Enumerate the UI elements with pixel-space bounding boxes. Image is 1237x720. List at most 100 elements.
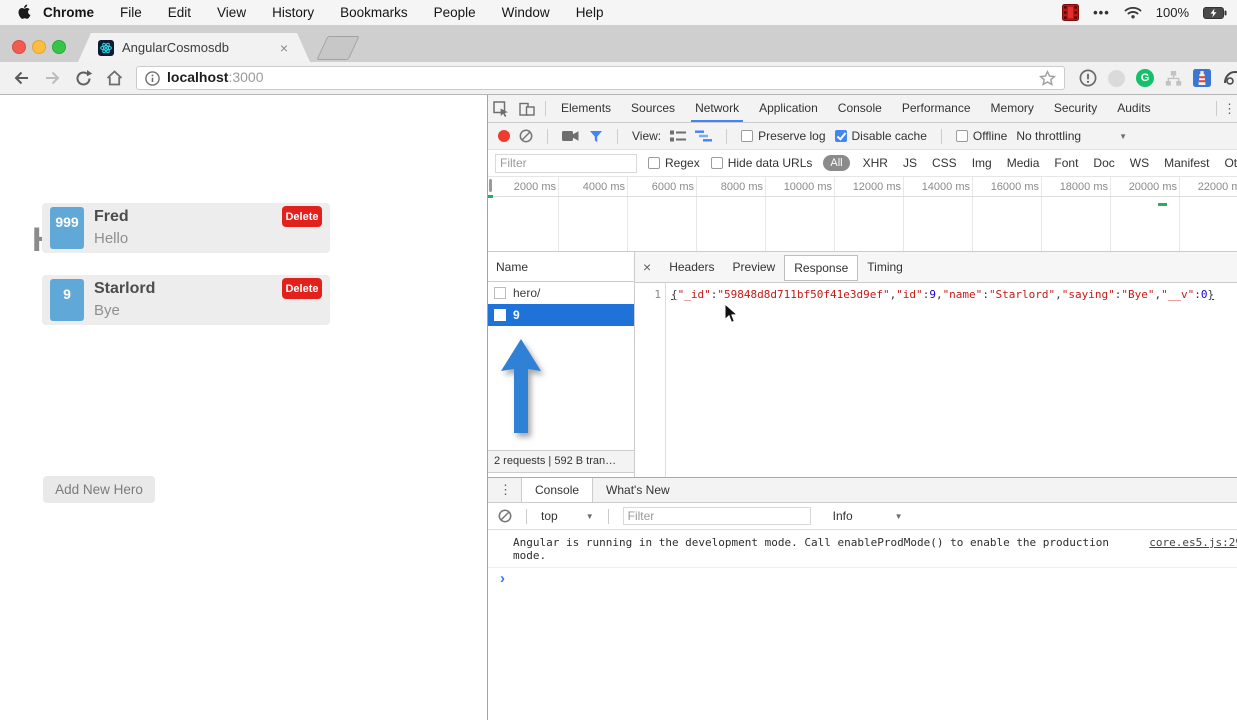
network-filter-input[interactable] (495, 153, 637, 173)
drawer-tab-whats-new[interactable]: What's New (593, 478, 683, 502)
drawer-tab-console[interactable]: Console (521, 478, 594, 502)
checkbox-unchecked-icon[interactable] (955, 130, 968, 142)
hero-list-item[interactable]: 9 Starlord Bye Delete (42, 275, 330, 325)
screen-recording-icon[interactable] (1062, 4, 1080, 21)
wifi-icon[interactable] (1124, 6, 1142, 19)
menu-app-name[interactable]: Chrome (43, 5, 94, 20)
hide-data-urls-checkbox[interactable]: Hide data URLs (710, 156, 812, 170)
tab-performance[interactable]: Performance (892, 95, 981, 122)
clear-console-icon[interactable] (498, 509, 512, 523)
log-level-select[interactable]: Info ▼ (833, 509, 903, 523)
menu-item-window[interactable]: Window (502, 5, 550, 20)
tab-network[interactable]: Network (685, 95, 749, 122)
new-tab-button[interactable] (316, 36, 360, 60)
extension-partial-icon[interactable] (1222, 69, 1237, 87)
extension-alert-icon[interactable] (1079, 69, 1097, 87)
tab-elements[interactable]: Elements (551, 95, 621, 122)
tab-security[interactable]: Security (1044, 95, 1107, 122)
tab-memory[interactable]: Memory (981, 95, 1044, 122)
waterfall-view-icon[interactable] (695, 130, 713, 142)
detail-tab-preview[interactable]: Preview (724, 252, 785, 282)
filter-type-doc[interactable]: Doc (1093, 156, 1114, 170)
filter-funnel-icon[interactable] (589, 130, 603, 143)
filter-type-ws[interactable]: WS (1130, 156, 1149, 170)
menu-item-edit[interactable]: Edit (168, 5, 191, 20)
name-column-header[interactable]: Name (488, 252, 634, 282)
filter-type-manifest[interactable]: Manifest (1164, 156, 1209, 170)
filter-type-xhr[interactable]: XHR (863, 156, 888, 170)
tab-application[interactable]: Application (749, 95, 828, 122)
bookmark-star-icon[interactable] (1039, 69, 1056, 87)
window-minimize-button[interactable] (32, 40, 46, 54)
grammarly-extension-icon[interactable]: G (1136, 69, 1154, 87)
clear-network-log-icon[interactable] (519, 129, 533, 143)
tab-console[interactable]: Console (828, 95, 892, 122)
inspect-element-icon[interactable] (493, 100, 509, 117)
detail-tab-headers[interactable]: Headers (660, 252, 723, 282)
checkbox-unchecked-icon[interactable] (741, 130, 754, 142)
console-filter-input[interactable] (622, 507, 811, 525)
hero-list-item[interactable]: 999 Fred Hello Delete (42, 203, 330, 253)
hero-saying: Hello (94, 230, 129, 247)
browser-tab[interactable]: AngularCosmosdb × (78, 33, 310, 62)
request-row-selected[interactable]: 9 (488, 304, 634, 326)
filter-type-media[interactable]: Media (1007, 156, 1040, 170)
checkbox-unchecked-icon[interactable] (648, 157, 660, 169)
detail-tab-timing[interactable]: Timing (858, 252, 912, 282)
filter-type-other[interactable]: Other (1224, 156, 1237, 170)
tab-close-icon[interactable]: × (280, 40, 288, 56)
menu-item-history[interactable]: History (272, 5, 314, 20)
request-row[interactable]: hero/ (488, 282, 634, 304)
list-view-icon[interactable] (670, 130, 687, 142)
extension-disabled-icon[interactable] (1108, 69, 1125, 87)
checkbox-unchecked-icon[interactable] (710, 157, 723, 169)
filter-type-font[interactable]: Font (1054, 156, 1078, 170)
menu-extras-icon[interactable]: ••• (1093, 5, 1110, 20)
window-close-button[interactable] (12, 40, 26, 54)
battery-icon[interactable] (1203, 6, 1227, 19)
console-source-link[interactable]: core.es5.js:29 (1149, 536, 1237, 549)
page-info-icon[interactable] (145, 70, 160, 86)
delete-hero-button[interactable]: Delete (282, 278, 322, 299)
tab-audits[interactable]: Audits (1107, 95, 1160, 122)
add-new-hero-button[interactable]: Add New Hero (43, 476, 155, 503)
capture-screenshots-icon[interactable] (562, 130, 580, 142)
filter-type-img[interactable]: Img (972, 156, 992, 170)
menu-item-file[interactable]: File (120, 5, 142, 20)
lighthouse-extension-icon[interactable] (1193, 69, 1211, 87)
timeline-tick: 14000 ms (921, 181, 970, 193)
apple-menu-icon[interactable] (18, 4, 33, 21)
network-overview-timeline[interactable]: 2000 ms 4000 ms 6000 ms 8000 ms 10000 ms… (488, 177, 1237, 252)
reload-button[interactable] (74, 69, 93, 88)
filter-type-css[interactable]: CSS (932, 156, 957, 170)
menu-item-bookmarks[interactable]: Bookmarks (340, 5, 408, 20)
timeline-tick: 6000 ms (651, 181, 694, 193)
drawer-menu-icon[interactable]: ⋮ (498, 482, 513, 498)
filter-type-all[interactable]: All (823, 155, 850, 171)
back-button[interactable] (12, 69, 31, 87)
execution-context-select[interactable]: top ▼ (541, 509, 594, 523)
disable-cache-checkbox[interactable]: Disable cache (834, 129, 927, 143)
forward-button[interactable] (43, 69, 62, 87)
checkbox-checked-icon[interactable] (834, 130, 847, 142)
extension-sitemap-icon[interactable] (1165, 70, 1182, 87)
record-network-log-button[interactable] (498, 130, 510, 142)
menu-item-help[interactable]: Help (576, 5, 604, 20)
delete-hero-button[interactable]: Delete (282, 206, 322, 227)
throttling-select[interactable]: No throttling ▼ (1016, 129, 1127, 143)
home-button[interactable] (105, 69, 124, 87)
regex-checkbox[interactable]: Regex (648, 156, 700, 170)
detail-tab-response[interactable]: Response (784, 255, 859, 281)
menu-item-people[interactable]: People (434, 5, 476, 20)
menu-item-view[interactable]: View (217, 5, 246, 20)
window-zoom-button[interactable] (52, 40, 66, 54)
close-detail-icon[interactable]: × (643, 259, 651, 275)
offline-checkbox[interactable]: Offline (955, 129, 1007, 143)
preserve-log-checkbox[interactable]: Preserve log (741, 129, 826, 143)
devtools-menu-icon[interactable]: ⋮ (1222, 101, 1237, 117)
device-toolbar-icon[interactable] (519, 101, 535, 117)
filter-type-js[interactable]: JS (903, 156, 917, 170)
console-prompt[interactable]: › (488, 568, 1237, 586)
tab-sources[interactable]: Sources (621, 95, 685, 122)
address-bar[interactable]: localhost:3000 (136, 66, 1065, 90)
